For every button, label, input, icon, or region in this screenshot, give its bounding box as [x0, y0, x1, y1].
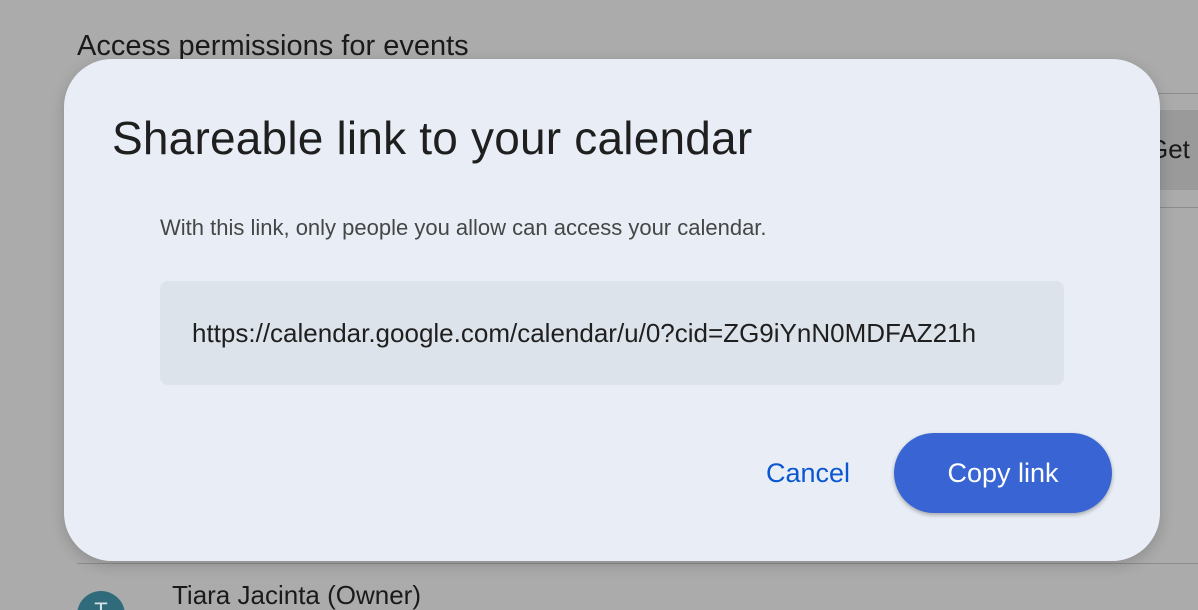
share-link-dialog: Shareable link to your calendar With thi… [64, 59, 1160, 561]
dialog-title: Shareable link to your calendar [112, 112, 753, 164]
owner-name: Tiara Jacinta (Owner) [172, 580, 421, 610]
dialog-description: With this link, only people you allow ca… [160, 215, 767, 240]
shareable-link-field[interactable] [160, 281, 1064, 385]
avatar: T [77, 591, 125, 610]
cancel-button[interactable]: Cancel [744, 433, 872, 513]
copy-link-button[interactable]: Copy link [894, 433, 1112, 513]
divider [77, 563, 1198, 564]
